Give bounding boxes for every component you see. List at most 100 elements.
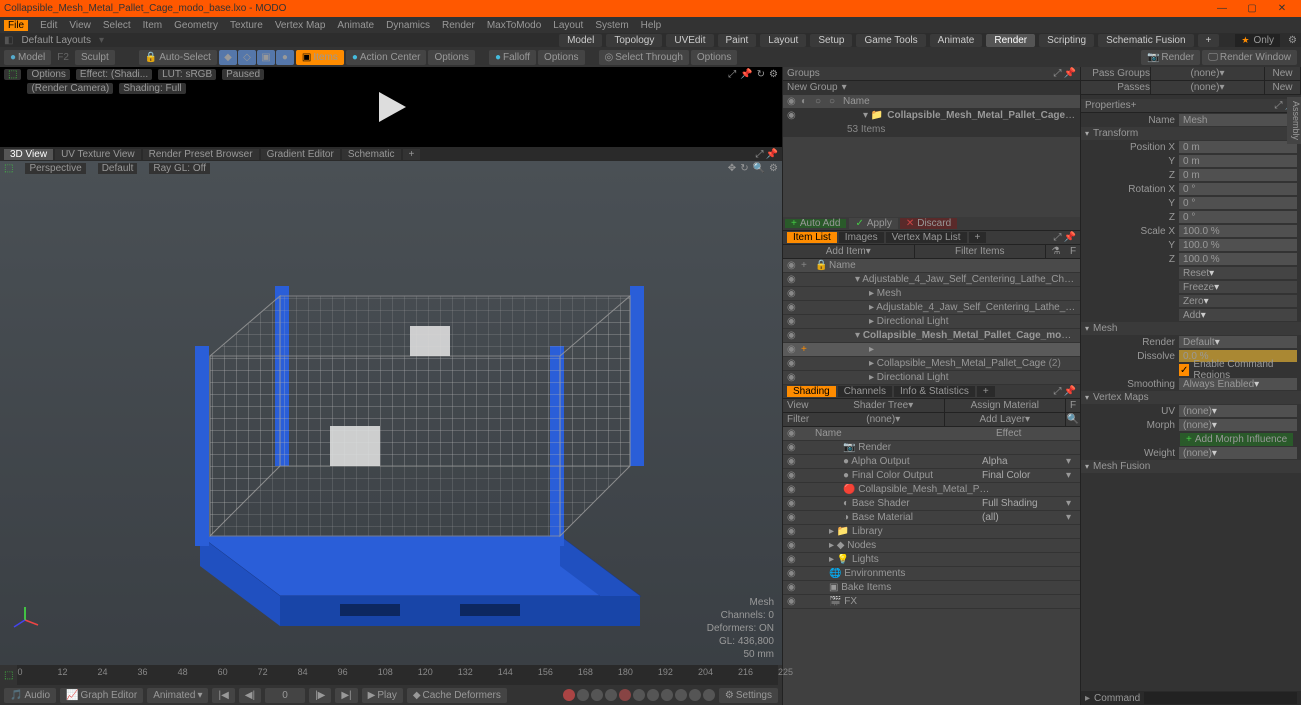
shading-row[interactable]: ◉▸ ◆ Nodes xyxy=(783,539,1080,553)
shading-row[interactable]: ◉🔴 Collapsible_Mesh_Metal_Pallet_Cage xyxy=(783,483,1080,497)
shading-row[interactable]: ◉🎬 FX xyxy=(783,595,1080,609)
roty-field[interactable]: 0 ° xyxy=(1179,197,1297,209)
item-row[interactable]: ◉▾ Collapsible_Mesh_Metal_Pallet_Cage_mo… xyxy=(783,329,1080,343)
channels-tab[interactable]: Channels xyxy=(838,386,892,397)
menu-geometry[interactable]: Geometry xyxy=(174,20,218,31)
uv-dropdown[interactable]: (none) ▾ xyxy=(1179,405,1297,417)
posy-field[interactable]: 0 m xyxy=(1179,155,1297,167)
tab-gametools[interactable]: Game Tools xyxy=(856,34,925,47)
additem-dropdown[interactable]: Add Item ▾ xyxy=(783,245,915,258)
vp-raygl[interactable]: Ray GL: Off xyxy=(149,163,210,174)
layout-dropdown[interactable]: Default Layouts xyxy=(21,35,91,46)
circle-icon[interactable] xyxy=(605,689,617,701)
expand-icon[interactable]: ⤢ xyxy=(756,149,764,160)
pin-icon[interactable]: 📌 xyxy=(1064,232,1076,243)
gear-icon[interactable]: ⚙ xyxy=(1288,35,1297,46)
tab-topology[interactable]: Topology xyxy=(606,34,662,47)
tab-model[interactable]: Model xyxy=(559,34,602,47)
smoothing-dropdown[interactable]: Always Enabled ▾ xyxy=(1179,378,1297,390)
sclz-field[interactable]: 100.0 % xyxy=(1179,253,1297,265)
item-row[interactable]: ◉▸ Mesh xyxy=(783,287,1080,301)
filter-dropdown[interactable]: (none) ▾ xyxy=(823,413,945,426)
selthrough-button[interactable]: ◎ Select Through xyxy=(599,50,689,65)
discard-button[interactable]: Discard xyxy=(900,218,957,229)
vp-perspective[interactable]: Perspective xyxy=(25,163,85,174)
renderwindow-button[interactable]: 🖵 Render Window xyxy=(1202,50,1297,65)
scly-field[interactable]: 100.0 % xyxy=(1179,239,1297,251)
prev-frame-icon[interactable]: ◀| xyxy=(239,688,261,703)
shading-row[interactable]: ◉● Alpha OutputAlpha▾ xyxy=(783,455,1080,469)
tab-add-icon[interactable]: + xyxy=(1198,34,1220,47)
circle-icon[interactable] xyxy=(619,689,631,701)
timeline-start-icon[interactable]: ⬚ xyxy=(4,670,13,681)
freeze-button[interactable]: Freeze ▾ xyxy=(1179,281,1297,293)
skip-start-icon[interactable]: |◀ xyxy=(212,688,234,703)
zero-button[interactable]: Zero ▾ xyxy=(1179,295,1297,307)
shading-row[interactable]: ◉📷 Render xyxy=(783,441,1080,455)
menu-edit[interactable]: Edit xyxy=(40,20,57,31)
shadertree-dropdown[interactable]: Shader Tree ▾ xyxy=(823,399,945,412)
reset-button[interactable]: Reset ▾ xyxy=(1179,267,1297,279)
shading-row[interactable]: ◉● Final Color OutputFinal Color▾ xyxy=(783,469,1080,483)
mat-mode-icon[interactable]: ● xyxy=(276,50,294,65)
add-tab-icon[interactable]: + xyxy=(969,232,987,243)
skip-end-icon[interactable]: ▶| xyxy=(335,688,357,703)
item-row[interactable]: ◉▸ Directional Light xyxy=(783,371,1080,385)
rotx-field[interactable]: 0 ° xyxy=(1179,183,1297,195)
settings-button[interactable]: ⚙ Settings xyxy=(719,688,778,703)
preview-camera[interactable]: (Render Camera) xyxy=(27,83,113,94)
group-row[interactable]: ◉▾ 📁 Collapsible_Mesh_Metal_Pallet_Cage … xyxy=(783,109,1080,123)
menu-item[interactable]: Item xyxy=(143,20,162,31)
posz-field[interactable]: 0 m xyxy=(1179,169,1297,181)
morph-dropdown[interactable]: (none) ▾ xyxy=(1179,419,1297,431)
circle-icon[interactable] xyxy=(633,689,645,701)
item-row[interactable]: ◉▸ Directional Light xyxy=(783,315,1080,329)
rotate-icon[interactable]: ↻ xyxy=(740,163,748,174)
vertexmaplist-tab[interactable]: Vertex Map List xyxy=(886,232,967,243)
circle-icon[interactable] xyxy=(703,689,715,701)
preview-options[interactable]: Options xyxy=(27,69,69,80)
weight-dropdown[interactable]: (none) ▾ xyxy=(1179,447,1297,459)
move-icon[interactable]: ✥ xyxy=(728,163,736,174)
preview-effect[interactable]: Effect: (Shadi... xyxy=(76,69,152,80)
tab-anim[interactable]: Animate xyxy=(930,34,983,47)
group-subrow[interactable]: 53 Items xyxy=(783,123,1080,137)
addlayer-dropdown[interactable]: Add Layer ▾ xyxy=(945,413,1067,426)
transform-section[interactable]: Transform xyxy=(1081,127,1301,140)
pin-icon[interactable]: 📌 xyxy=(1064,68,1076,79)
pin-icon[interactable]: 📌 xyxy=(766,149,778,160)
item-row[interactable]: ◉▸ Collapsible_Mesh_Metal_Pallet_Cage (2… xyxy=(783,357,1080,371)
apply-button[interactable]: Apply xyxy=(849,218,897,229)
close-button[interactable]: ✕ xyxy=(1267,0,1297,17)
vtab-gradient[interactable]: Gradient Editor xyxy=(261,149,340,160)
menu-animate[interactable]: Animate xyxy=(337,20,374,31)
assignmaterial-button[interactable]: Assign Material xyxy=(945,399,1067,412)
falloff-button[interactable]: Falloff xyxy=(489,50,536,65)
menu-maxtomodo[interactable]: MaxToModo xyxy=(487,20,541,31)
menu-view[interactable]: View xyxy=(69,20,91,31)
viewport-3d[interactable]: ⬚ Perspective Default Ray GL: Off ✥ ↻ 🔍 … xyxy=(0,161,782,665)
item-row[interactable]: ◉▾ Adjustable_4_Jaw_Self_Centering_Lathe… xyxy=(783,273,1080,287)
preview-shading[interactable]: Shading: Full xyxy=(119,83,185,94)
filter-toggle-icon[interactable]: F xyxy=(1066,245,1080,258)
tab-paint[interactable]: Paint xyxy=(718,34,757,47)
vp-default[interactable]: Default xyxy=(98,163,138,174)
menu-system[interactable]: System xyxy=(595,20,628,31)
menu-select[interactable]: Select xyxy=(103,20,131,31)
circle-icon[interactable] xyxy=(647,689,659,701)
menu-vertexmap[interactable]: Vertex Map xyxy=(275,20,326,31)
shading-row[interactable]: ◉🌐 Environments xyxy=(783,567,1080,581)
play-button[interactable]: ▶ Play xyxy=(362,688,403,703)
passgroups-dropdown[interactable]: (none) ▾ xyxy=(1151,67,1265,80)
next-frame-icon[interactable]: |▶ xyxy=(309,688,331,703)
sclx-field[interactable]: 100.0 % xyxy=(1179,225,1297,237)
gear-icon[interactable]: ⚙ xyxy=(769,69,778,80)
options2-button[interactable]: Options xyxy=(538,50,584,65)
shading-tab[interactable]: Shading xyxy=(787,386,836,397)
refresh-icon[interactable]: ↻ xyxy=(757,69,765,80)
tab-uvedit[interactable]: UVEdit xyxy=(666,34,713,47)
timeline[interactable]: ⬚ 01224364860728496108120132144156168180… xyxy=(0,665,782,685)
poly-mode-icon[interactable]: ▣ xyxy=(257,50,275,65)
passgroups-new[interactable]: New xyxy=(1265,67,1301,80)
circle-icon[interactable] xyxy=(689,689,701,701)
